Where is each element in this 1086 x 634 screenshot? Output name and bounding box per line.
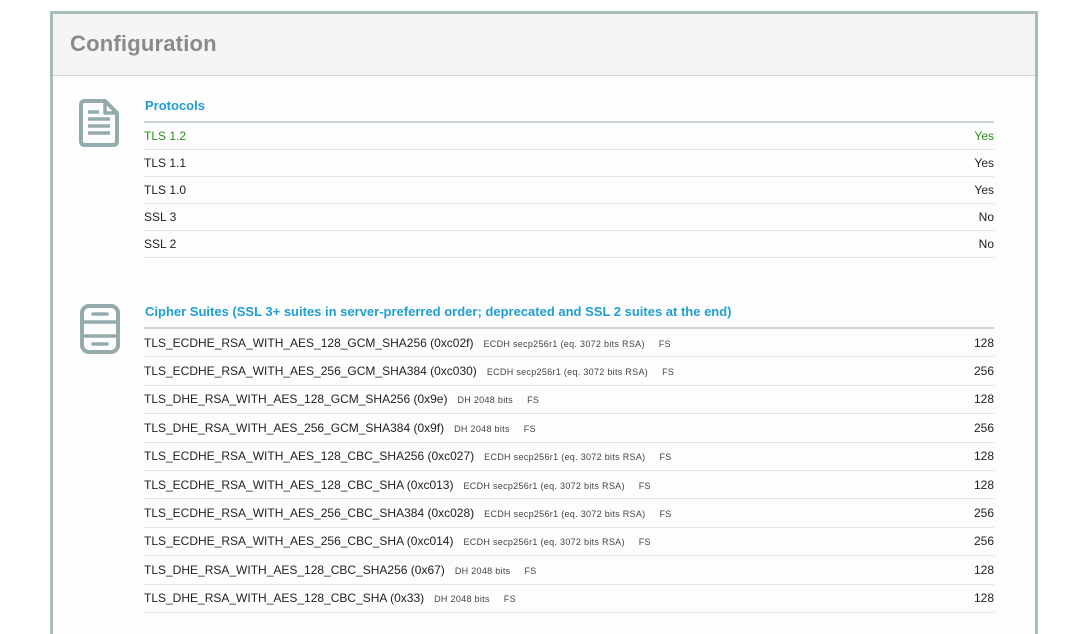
cipher-name: TLS_ECDHE_RSA_WITH_AES_128_GCM_SHA256 (0… [144, 335, 474, 350]
cipher-key-exchange: ECDH secp256r1 (eq. 3072 bits RSA) [484, 509, 646, 520]
cipher-row: TLS_ECDHE_RSA_WITH_AES_128_CBC_SHA (0xc0… [144, 471, 994, 500]
protocol-name: SSL 3 [144, 210, 177, 224]
cipher-name: TLS_ECDHE_RSA_WITH_AES_128_CBC_SHA (0xc0… [144, 477, 454, 492]
panel-title: Configuration [70, 31, 217, 56]
cipher-strength: 128 [973, 591, 994, 606]
server-icon [80, 304, 120, 354]
cipher-info: TLS_ECDHE_RSA_WITH_AES_256_CBC_SHA (0xc0… [144, 534, 651, 548]
forward-secrecy-badge: FS [523, 423, 536, 434]
cipher-info: TLS_ECDHE_RSA_WITH_AES_256_GCM_SHA384 (0… [144, 364, 674, 378]
cipher-name: TLS_DHE_RSA_WITH_AES_256_GCM_SHA384 (0x9… [144, 420, 445, 435]
cipher-row: TLS_ECDHE_RSA_WITH_AES_256_CBC_SHA384 (0… [144, 499, 994, 528]
cipher-name: TLS_DHE_RSA_WITH_AES_128_GCM_SHA256 (0x9… [144, 392, 448, 407]
cipher-info: TLS_DHE_RSA_WITH_AES_128_CBC_SHA (0x33) D… [144, 591, 516, 605]
cipher-key-exchange: ECDH secp256r1 (eq. 3072 bits RSA) [486, 367, 649, 378]
protocol-support: Yes [974, 156, 994, 170]
forward-secrecy-badge: FS [658, 338, 671, 349]
forward-secrecy-badge: FS [662, 367, 675, 378]
cipher-key-exchange: ECDH secp256r1 (eq. 3072 bits RSA) [483, 338, 645, 349]
cipher-strength: 256 [973, 534, 994, 549]
panel-header: Configuration [53, 14, 1035, 76]
forward-secrecy-badge: FS [659, 509, 672, 520]
protocol-row: SSL 2 No [144, 231, 994, 258]
protocol-row: SSL 3 No [144, 204, 994, 231]
protocol-support: No [978, 210, 994, 224]
cipher-info: TLS_DHE_RSA_WITH_AES_128_GCM_SHA256 (0x9… [144, 392, 539, 406]
cipher-suites-content: Cipher Suites (SSL 3+ suites in server-p… [144, 303, 994, 613]
cipher-strength: 128 [973, 335, 994, 350]
cipher-key-exchange: ECDH secp256r1 (eq. 3072 bits RSA) [463, 537, 625, 548]
protocol-support: No [978, 237, 994, 251]
forward-secrecy-badge: FS [527, 395, 540, 406]
forward-secrecy-badge: FS [659, 452, 672, 463]
cipher-strength: 128 [973, 562, 994, 577]
cipher-row: TLS_DHE_RSA_WITH_AES_256_GCM_SHA384 (0x9… [144, 414, 994, 443]
cipher-key-exchange: DH 2048 bits [434, 594, 490, 605]
cipher-row: TLS_DHE_RSA_WITH_AES_128_CBC_SHA (0x33) D… [144, 585, 994, 613]
protocol-name: TLS 1.0 [144, 183, 187, 197]
protocol-name: TLS 1.2 [144, 129, 187, 143]
protocols-content: Protocols TLS 1.2 Yes TLS 1.1 Yes TLS 1.0 Yes… [144, 97, 994, 258]
cipher-row: TLS_DHE_RSA_WITH_AES_128_GCM_SHA256 (0x9… [144, 386, 994, 415]
cipher-name: TLS_ECDHE_RSA_WITH_AES_256_CBC_SHA (0xc0… [144, 534, 454, 549]
forward-secrecy-badge: FS [524, 565, 537, 576]
document-icon [79, 99, 119, 147]
cipher-strength: 128 [973, 477, 994, 492]
protocol-row: TLS 1.0 Yes [144, 177, 994, 204]
cipher-key-exchange: DH 2048 bits [457, 395, 514, 406]
cipher-strength: 256 [973, 420, 994, 435]
cipher-strength: 128 [973, 392, 994, 407]
forward-secrecy-badge: FS [503, 594, 516, 605]
cipher-info: TLS_DHE_RSA_WITH_AES_128_CBC_SHA256 (0x6… [144, 563, 537, 577]
protocol-row: TLS 1.2 Yes [144, 123, 994, 150]
cipher-strength: 256 [973, 364, 994, 379]
protocol-support: Yes [974, 183, 994, 197]
cipher-name: TLS_ECDHE_RSA_WITH_AES_128_CBC_SHA256 (0… [144, 449, 475, 464]
configuration-panel: Configuration Protocols TLS 1.2 Yes TLS 1.… [50, 11, 1038, 634]
cipher-info: TLS_DHE_RSA_WITH_AES_256_GCM_SHA384 (0x9… [144, 421, 536, 435]
cipher-info: TLS_ECDHE_RSA_WITH_AES_128_GCM_SHA256 (0… [144, 336, 671, 350]
cipher-key-exchange: ECDH secp256r1 (eq. 3072 bits RSA) [463, 480, 625, 491]
protocol-name: SSL 2 [144, 237, 177, 251]
protocols-title: Protocols [144, 97, 994, 123]
cipher-name: TLS_ECDHE_RSA_WITH_AES_256_GCM_SHA384 (0… [144, 364, 477, 379]
cipher-key-exchange: DH 2048 bits [454, 423, 510, 434]
cipher-name: TLS_ECDHE_RSA_WITH_AES_256_CBC_SHA384 (0… [144, 506, 475, 521]
cipher-row: TLS_ECDHE_RSA_WITH_AES_128_CBC_SHA256 (0… [144, 443, 994, 471]
protocols-list: TLS 1.2 Yes TLS 1.1 Yes TLS 1.0 Yes SSL 3 No SSL… [144, 123, 994, 258]
protocol-support: Yes [974, 129, 994, 143]
cipher-info: TLS_ECDHE_RSA_WITH_AES_256_CBC_SHA384 (0… [144, 506, 672, 520]
cipher-row: TLS_ECDHE_RSA_WITH_AES_256_CBC_SHA (0xc0… [144, 528, 994, 557]
cipher-row: TLS_ECDHE_RSA_WITH_AES_128_GCM_SHA256 (0… [144, 329, 994, 358]
cipher-key-exchange: DH 2048 bits [454, 565, 511, 576]
cipher-suites-title: Cipher Suites (SSL 3+ suites in server-p… [144, 303, 994, 329]
cipher-name: TLS_DHE_RSA_WITH_AES_128_CBC_SHA (0x33) [144, 591, 425, 606]
forward-secrecy-badge: FS [638, 537, 651, 548]
cipher-row: TLS_DHE_RSA_WITH_AES_128_CBC_SHA256 (0x6… [144, 556, 994, 585]
cipher-info: TLS_ECDHE_RSA_WITH_AES_128_CBC_SHA (0xc0… [144, 478, 651, 492]
cipher-key-exchange: ECDH secp256r1 (eq. 3072 bits RSA) [484, 452, 646, 463]
cipher-strength: 128 [973, 449, 994, 464]
cipher-name: TLS_DHE_RSA_WITH_AES_128_CBC_SHA256 (0x6… [144, 562, 445, 577]
protocol-name: TLS 1.1 [144, 156, 187, 170]
cipher-row: TLS_ECDHE_RSA_WITH_AES_256_GCM_SHA384 (0… [144, 357, 994, 386]
cipher-suites-list: TLS_ECDHE_RSA_WITH_AES_128_GCM_SHA256 (0… [144, 329, 994, 613]
cipher-info: TLS_ECDHE_RSA_WITH_AES_128_CBC_SHA256 (0… [144, 449, 672, 463]
forward-secrecy-badge: FS [638, 480, 651, 491]
cipher-strength: 256 [973, 506, 994, 521]
protocol-row: TLS 1.1 Yes [144, 150, 994, 177]
